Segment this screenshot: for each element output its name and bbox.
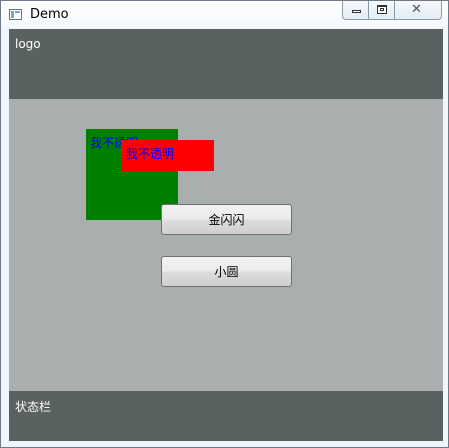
minimize-icon: [352, 10, 361, 13]
window-title: Demo: [30, 7, 69, 22]
logo-text: logo: [15, 37, 41, 51]
minimize-button[interactable]: [343, 1, 369, 19]
maximize-button[interactable]: [369, 1, 395, 19]
header-band: logo: [9, 29, 443, 99]
status-bar: 状态栏: [9, 391, 443, 441]
close-button[interactable]: ✕: [395, 1, 441, 19]
close-icon: ✕: [411, 2, 422, 17]
maximize-icon: [377, 5, 387, 14]
red-panel-label: 我不透明: [126, 147, 175, 161]
app-window: Demo ✕ logo 我不透明 我不透明 金闪闪 小圆 状态栏: [0, 0, 449, 448]
client-area: logo 我不透明 我不透明 金闪闪 小圆 状态栏: [9, 29, 443, 441]
title-bar[interactable]: Demo ✕: [1, 1, 448, 29]
xiaoyuan-button[interactable]: 小圆: [161, 256, 292, 287]
red-opaque-panel: 我不透明: [121, 140, 214, 171]
caption-buttons: ✕: [342, 1, 442, 20]
status-bar-text: 状态栏: [15, 400, 52, 414]
app-window-icon[interactable]: [9, 9, 22, 20]
jinshanshan-button[interactable]: 金闪闪: [161, 204, 292, 235]
